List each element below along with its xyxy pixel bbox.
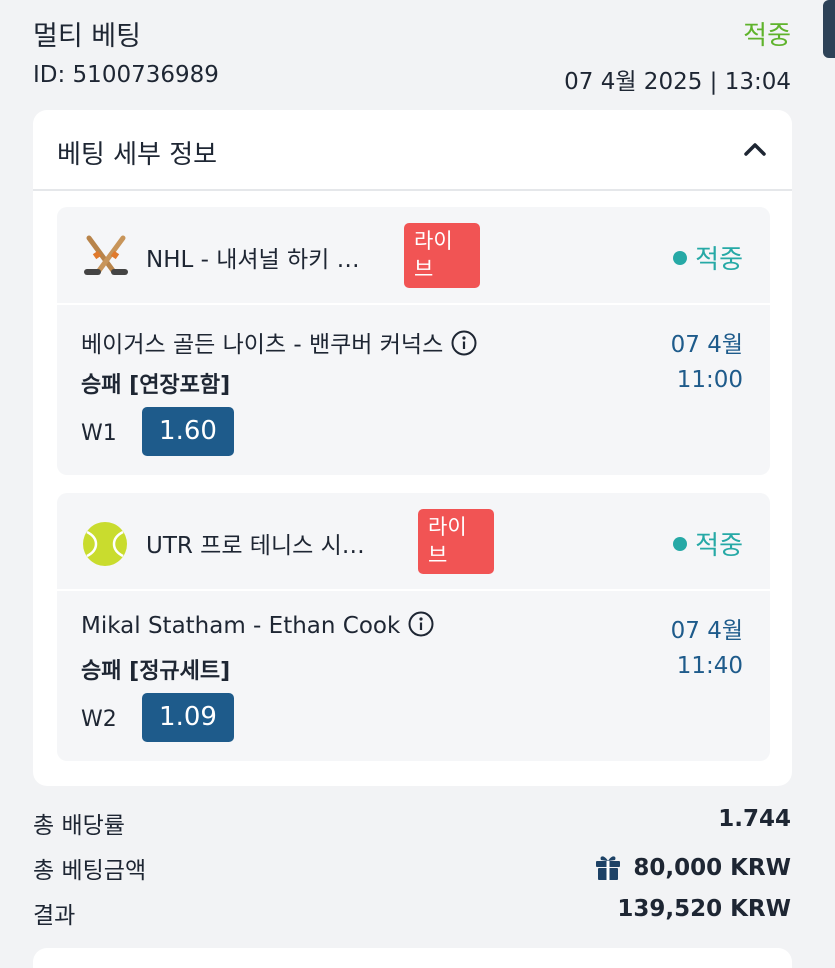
match-name: 베이거스 골든 나이츠 - 밴쿠버 커넉스 — [81, 325, 477, 359]
bet-status: 적중 — [743, 21, 791, 51]
hockey-sticks-icon — [84, 235, 128, 275]
status-dot-icon — [673, 537, 688, 551]
result-value: 139,520 KRW — [617, 896, 791, 922]
live-badge: 라이 브 — [418, 509, 494, 574]
bet-id: ID: 5100736989 — [33, 62, 219, 88]
live-badge: 라이 브 — [404, 223, 480, 288]
bet-card: NHL - 내셔널 하키 … 라이 브 적중 베이거스 골든 나이츠 - 밴쿠버… — [57, 207, 770, 475]
selection-status: 적중 — [673, 239, 743, 276]
bet-card-header: UTR 프로 테니스 시… 라이 브 적중 — [57, 493, 770, 591]
tennis-ball-icon — [83, 522, 127, 566]
match-date: 07 4월 — [670, 618, 743, 644]
page-title: 멀티 베팅 — [33, 21, 141, 52]
live-badge-label: 라이 브 — [428, 515, 467, 567]
summary-row-result: 결과 139,520 KRW — [33, 896, 791, 941]
selection-status-label: 적중 — [695, 531, 743, 561]
total-odds-label: 총 배당률 — [33, 813, 125, 839]
scrollbar-thumb[interactable] — [823, 0, 835, 58]
bet-details-panel: 베팅 세부 정보 NHL - 내셔널 하키 … 라이 브 적중 베이거스 골든 … — [33, 110, 792, 786]
live-badge-label: 라이 브 — [414, 229, 453, 281]
summary-row-stake: 총 베팅금액 80,000 KRW — [33, 851, 791, 896]
pick-label: W2 — [81, 707, 117, 732]
league-name: NHL - 내셔널 하키 … — [146, 247, 360, 273]
summary-row-total-odds: 총 배당률 1.744 — [33, 806, 791, 851]
match-name: Mikal Statham - Ethan Cook — [81, 611, 434, 639]
match-name-label: 베이거스 골든 나이츠 - 밴쿠버 커넉스 — [81, 332, 444, 358]
info-icon[interactable] — [408, 611, 434, 637]
bet-card-body: 베이거스 골든 나이츠 - 밴쿠버 커넉스 승패 [연장포함] W1 1.60 … — [57, 305, 770, 475]
gift-icon — [596, 856, 621, 880]
pick-label: W1 — [81, 421, 117, 446]
league-name: UTR 프로 테니스 시… — [146, 533, 365, 559]
bet-card-header: NHL - 내셔널 하키 … 라이 브 적중 — [57, 207, 770, 305]
match-time: 11:00 — [676, 367, 743, 393]
next-panel-edge — [33, 948, 792, 968]
selection-status: 적중 — [673, 525, 743, 562]
match-date: 07 4월 — [670, 332, 743, 358]
odds-button[interactable]: 1.09 — [142, 693, 234, 742]
status-dot-icon — [673, 251, 688, 265]
bet-details-header[interactable]: 베팅 세부 정보 — [33, 110, 792, 191]
total-odds-value: 1.744 — [718, 806, 791, 832]
stake-value: 80,000 KRW — [633, 855, 791, 881]
info-icon[interactable] — [451, 330, 477, 356]
market-name: 승패 [정규세트] — [81, 659, 231, 684]
bet-details-title: 베팅 세부 정보 — [57, 140, 218, 170]
result-label: 결과 — [33, 903, 76, 929]
chevron-up-icon[interactable] — [742, 136, 768, 162]
stake-value-wrap: 80,000 KRW — [593, 851, 791, 881]
bet-summary: 총 배당률 1.744 총 베팅금액 80,000 KRW 결과 139,520… — [33, 806, 791, 941]
bet-card: UTR 프로 테니스 시… 라이 브 적중 Mikal Statham - Et… — [57, 493, 770, 761]
market-name: 승패 [연장포함] — [81, 373, 231, 398]
match-time: 11:40 — [676, 653, 743, 679]
odds-button[interactable]: 1.60 — [142, 407, 234, 456]
bet-datetime: 07 4월 2025 | 13:04 — [564, 69, 791, 95]
bet-card-body: Mikal Statham - Ethan Cook 승패 [정규세트] W2 … — [57, 591, 770, 761]
selection-status-label: 적중 — [695, 245, 743, 275]
stake-label: 총 베팅금액 — [33, 858, 147, 884]
match-name-label: Mikal Statham - Ethan Cook — [81, 613, 401, 639]
